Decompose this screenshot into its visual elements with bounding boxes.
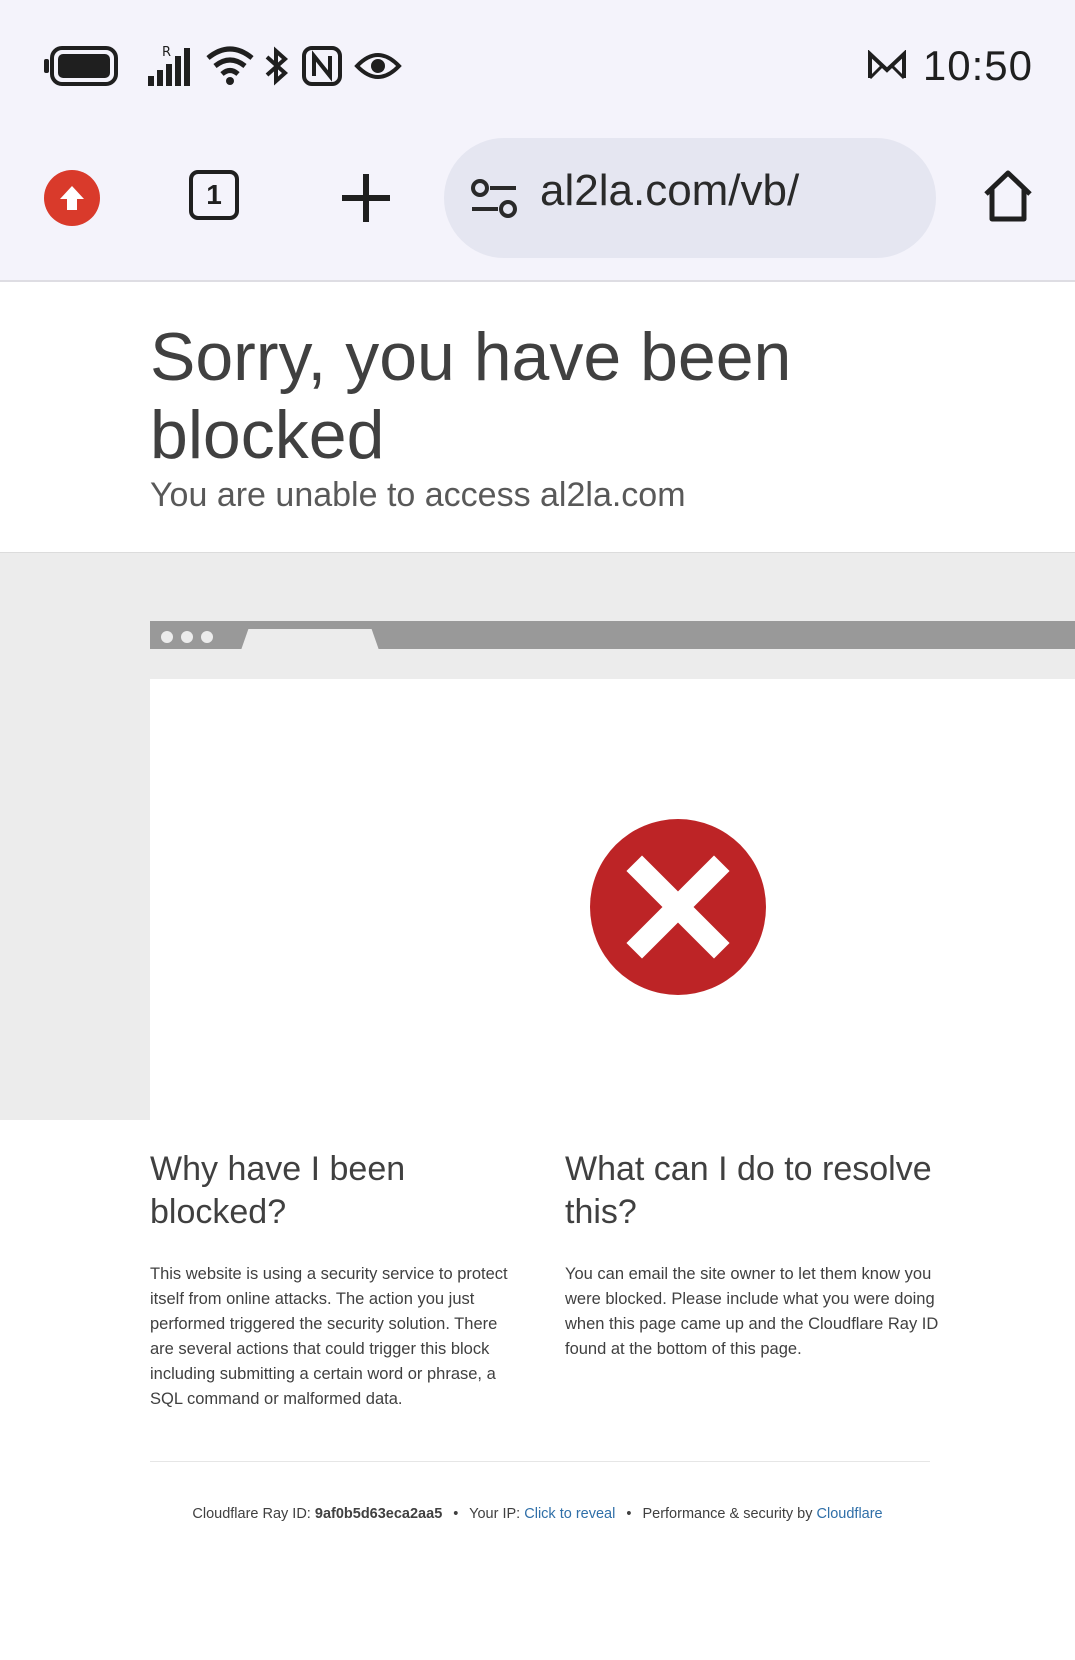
error-x-icon <box>590 819 766 995</box>
url-bar[interactable]: al2la.com/vb/ <box>444 138 936 258</box>
resolve-heading: What can I do to resolve this? <box>565 1150 932 1231</box>
ip-label: Your IP: <box>469 1506 521 1522</box>
ray-id-value: 9af0b5d63eca2aa5 <box>314 1506 443 1522</box>
page-subtitle: You are unable to access al2la.com <box>150 476 686 514</box>
why-blocked-body: This website is using a security service… <box>150 1265 508 1408</box>
bluetooth-icon <box>265 46 289 86</box>
reveal-ip-link[interactable]: Click to reveal <box>524 1506 615 1522</box>
svg-text:R: R <box>162 45 171 60</box>
window-dot <box>161 631 173 643</box>
signal-icon: R <box>148 45 190 86</box>
page-title: Sorry, you have been blocked <box>150 319 792 473</box>
site-settings-icon[interactable] <box>470 178 518 220</box>
performance-label: Performance & security by <box>642 1506 813 1522</box>
illustration-browser-window <box>150 679 1075 1120</box>
cloudflare-link[interactable]: Cloudflare <box>817 1506 883 1522</box>
arrow-up-icon <box>60 186 84 210</box>
illustration-tab <box>240 629 380 653</box>
footer-separator: • <box>453 1506 459 1522</box>
window-dot <box>201 631 213 643</box>
resolve-section: What can I do to resolve this? You can e… <box>565 1148 940 1362</box>
browser-toolbar: 1 al2la.com/vb/ <box>0 130 1075 282</box>
why-blocked-heading: Why have I been blocked? <box>150 1150 406 1231</box>
nfc-icon <box>302 46 342 86</box>
wifi-icon <box>206 46 254 85</box>
url-text[interactable]: al2la.com/vb/ <box>540 166 799 216</box>
footer-separator: • <box>626 1506 632 1522</box>
new-tab-button[interactable] <box>338 170 394 226</box>
footer: Cloudflare Ray ID: 9af0b5d63eca2aa5 • Yo… <box>0 1506 1075 1522</box>
illustration-browser-bar <box>150 621 1075 653</box>
window-dot <box>181 631 193 643</box>
footer-divider <box>150 1461 930 1462</box>
home-icon <box>984 170 1032 222</box>
status-bar: R 10:50 <box>0 0 1075 130</box>
blocked-illustration <box>0 552 1075 1120</box>
home-button[interactable] <box>978 166 1038 226</box>
clock: 10:50 <box>922 42 1033 89</box>
eye-icon <box>354 53 402 79</box>
upload-button[interactable] <box>44 170 100 226</box>
mail-icon <box>868 50 906 80</box>
tab-switcher-button[interactable]: 1 <box>189 170 239 220</box>
resolve-body: You can email the site owner to let them… <box>565 1265 939 1358</box>
battery-icon <box>44 46 118 86</box>
why-blocked-section: Why have I been blocked? This website is… <box>150 1148 520 1412</box>
plus-icon <box>342 174 390 222</box>
ray-id-label: Cloudflare Ray ID: <box>192 1506 311 1522</box>
